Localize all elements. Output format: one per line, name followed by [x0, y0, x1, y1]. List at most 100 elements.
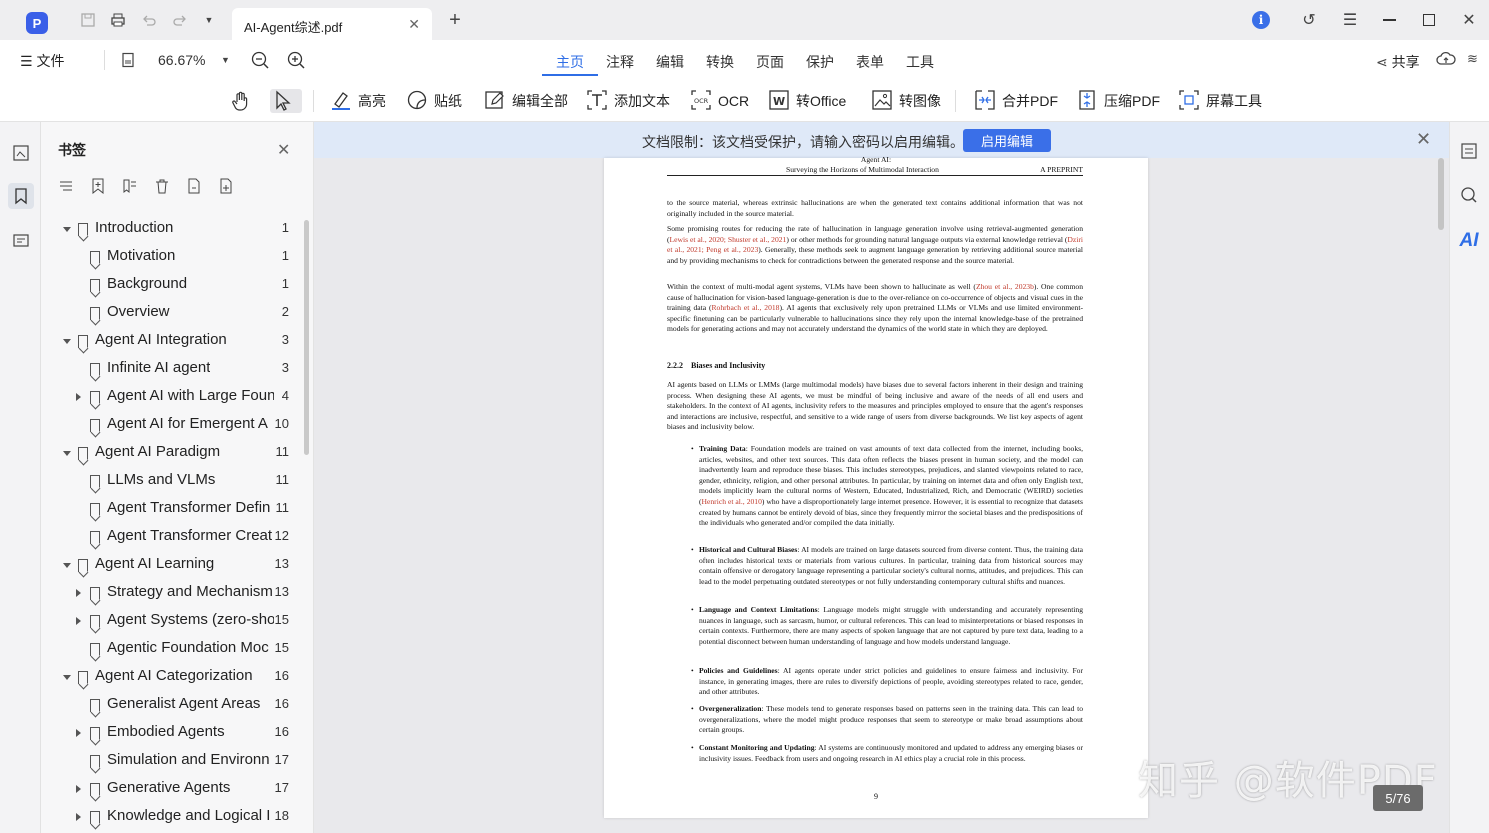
bookmark-item[interactable]: Strategy and Mechanism 13: [41, 580, 303, 608]
document-tab[interactable]: AI-Agent综述.pdf ✕: [232, 8, 432, 40]
ai-assistant-icon[interactable]: AI: [1456, 228, 1482, 254]
bookmark-item[interactable]: Generalist Agent Areas 16: [41, 692, 303, 720]
bookmark-icon: [90, 251, 100, 264]
collapse-arrow-icon[interactable]: [63, 339, 71, 344]
add-child-bookmark-icon[interactable]: [122, 178, 140, 196]
bookmark-item[interactable]: Agent AI Categorization 16: [41, 664, 303, 692]
bookmark-item[interactable]: Agent AI for Emergent A 10: [41, 412, 303, 440]
expand-arrow-icon[interactable]: [76, 589, 81, 597]
undo-icon[interactable]: [137, 8, 161, 32]
expand-arrow-icon[interactable]: [76, 729, 81, 737]
tab-tools[interactable]: 工具: [906, 52, 934, 72]
sticker-button[interactable]: 贴纸: [406, 89, 462, 113]
add-bookmark-icon[interactable]: [90, 178, 108, 196]
collapse-arrow-icon[interactable]: [63, 451, 71, 456]
comment-panel-icon[interactable]: [8, 228, 34, 254]
collapse-arrow-icon[interactable]: [63, 563, 71, 568]
share-button[interactable]: ⋖ 共享: [1376, 52, 1420, 72]
enable-editing-button[interactable]: 启用编辑: [963, 129, 1051, 152]
close-panel-icon[interactable]: ✕: [277, 140, 290, 160]
redo-icon[interactable]: [168, 8, 192, 32]
tab-form[interactable]: 表单: [856, 52, 884, 72]
bookmark-panel-icon[interactable]: [8, 183, 34, 209]
bookmark-item[interactable]: Generative Agents 17: [41, 776, 303, 804]
quick-access-dropdown-icon[interactable]: ▼: [197, 8, 221, 32]
bookmark-item[interactable]: Agent Transformer Creat 12: [41, 524, 303, 552]
bookmark-item[interactable]: Knowledge and Logical I 18: [41, 804, 303, 832]
expand-bookmarks-icon[interactable]: [186, 178, 204, 196]
merge-pdf-button[interactable]: 合并PDF: [974, 89, 1058, 113]
collapse-bookmarks-icon[interactable]: [218, 178, 236, 196]
properties-icon[interactable]: [1456, 138, 1482, 164]
tab-convert[interactable]: 转换: [706, 52, 734, 72]
expand-arrow-icon[interactable]: [76, 617, 81, 625]
bookmark-item[interactable]: Agent AI Learning 13: [41, 552, 303, 580]
zoom-out-icon[interactable]: [250, 50, 270, 75]
bookmark-item[interactable]: Agentic Foundation Moc 15: [41, 636, 303, 664]
to-office-button[interactable]: W 转Office: [768, 89, 846, 113]
tab-home[interactable]: 主页: [542, 52, 598, 76]
collapse-arrow-icon[interactable]: [63, 675, 71, 680]
minimize-icon[interactable]: [1377, 8, 1401, 32]
bookmark-item[interactable]: Embodied Agents 16: [41, 720, 303, 748]
screen-tool-button[interactable]: 屏幕工具: [1178, 89, 1262, 113]
maximize-icon[interactable]: [1417, 8, 1441, 32]
bookmark-item[interactable]: Introduction 1: [41, 216, 303, 244]
zoom-dropdown-icon[interactable]: ▼: [221, 55, 230, 65]
bookmark-item[interactable]: Overview 2: [41, 300, 303, 328]
divider: [104, 50, 105, 70]
close-window-icon[interactable]: ✕: [1457, 8, 1481, 32]
expand-arrow-icon[interactable]: [76, 393, 81, 401]
bookmark-item[interactable]: LLMs and VLMs 11: [41, 468, 303, 496]
zoom-in-icon[interactable]: [286, 50, 306, 75]
bookmark-page: 18: [274, 808, 289, 823]
tab-protect[interactable]: 保护: [806, 52, 834, 72]
tab-page[interactable]: 页面: [756, 52, 784, 72]
close-notice-icon[interactable]: ✕: [1416, 129, 1431, 150]
cloud-upload-icon[interactable]: [1436, 51, 1456, 72]
new-tab-button[interactable]: +: [443, 8, 467, 32]
menu-icon[interactable]: ☰: [1338, 8, 1362, 32]
to-image-icon: [871, 89, 899, 114]
bookmark-scrollbar[interactable]: [304, 220, 309, 455]
collapse-arrow-icon[interactable]: [63, 227, 71, 232]
bookmark-item[interactable]: Simulation and Environn 17: [41, 748, 303, 776]
thumbnail-icon[interactable]: [8, 140, 34, 166]
expand-arrow-icon[interactable]: [76, 785, 81, 793]
bookmark-item[interactable]: Infinite AI agent 3: [41, 356, 303, 384]
collapse-ribbon-icon[interactable]: ≋: [1467, 51, 1478, 67]
ocr-button[interactable]: OCR OCR: [690, 89, 749, 113]
bookmark-options-icon[interactable]: [58, 178, 76, 196]
bookmark-item[interactable]: Agent Transformer Defin 11: [41, 496, 303, 524]
bookmark-item[interactable]: Background 1: [41, 272, 303, 300]
bookmark-item[interactable]: Agent Systems (zero-sho 15: [41, 608, 303, 636]
right-rail: AI: [1449, 122, 1489, 833]
search-icon[interactable]: [1456, 182, 1482, 208]
edit-all-button[interactable]: 编辑全部: [484, 89, 568, 113]
expand-arrow-icon[interactable]: [76, 813, 81, 821]
document-scrollbar[interactable]: [1438, 158, 1444, 230]
delete-bookmark-icon[interactable]: [154, 178, 172, 196]
tab-edit[interactable]: 编辑: [656, 52, 684, 72]
save-icon[interactable]: [76, 8, 100, 32]
compress-pdf-button[interactable]: 压缩PDF: [1076, 89, 1160, 113]
page-view-icon[interactable]: [120, 52, 136, 73]
bookmark-item[interactable]: Agent AI Paradigm 11: [41, 440, 303, 468]
select-tool-icon[interactable]: [270, 89, 302, 113]
tab-annotate[interactable]: 注释: [606, 52, 634, 72]
zoom-level[interactable]: 66.67%: [158, 52, 205, 68]
to-image-button[interactable]: 转图像: [871, 89, 941, 113]
paragraph: to the source material, whereas extrinsi…: [667, 198, 1083, 218]
print-icon[interactable]: [106, 8, 130, 32]
info-icon[interactable]: i: [1249, 8, 1273, 32]
bookmark-item[interactable]: Motivation 1: [41, 244, 303, 272]
hand-tool-icon[interactable]: [230, 89, 258, 113]
refresh-icon[interactable]: ↺: [1297, 8, 1321, 32]
add-text-button[interactable]: 添加文本: [586, 89, 670, 113]
file-menu[interactable]: ☰ 文件: [20, 51, 64, 71]
highlight-button[interactable]: 高亮: [330, 89, 386, 113]
bookmark-item[interactable]: Agent AI Integration 3: [41, 328, 303, 356]
close-tab-icon[interactable]: ✕: [408, 16, 420, 33]
bookmark-item[interactable]: Agent AI with Large Foun 4: [41, 384, 303, 412]
bullet-item: • Historical and Cultural Biases: AI mode…: [691, 545, 1084, 586]
